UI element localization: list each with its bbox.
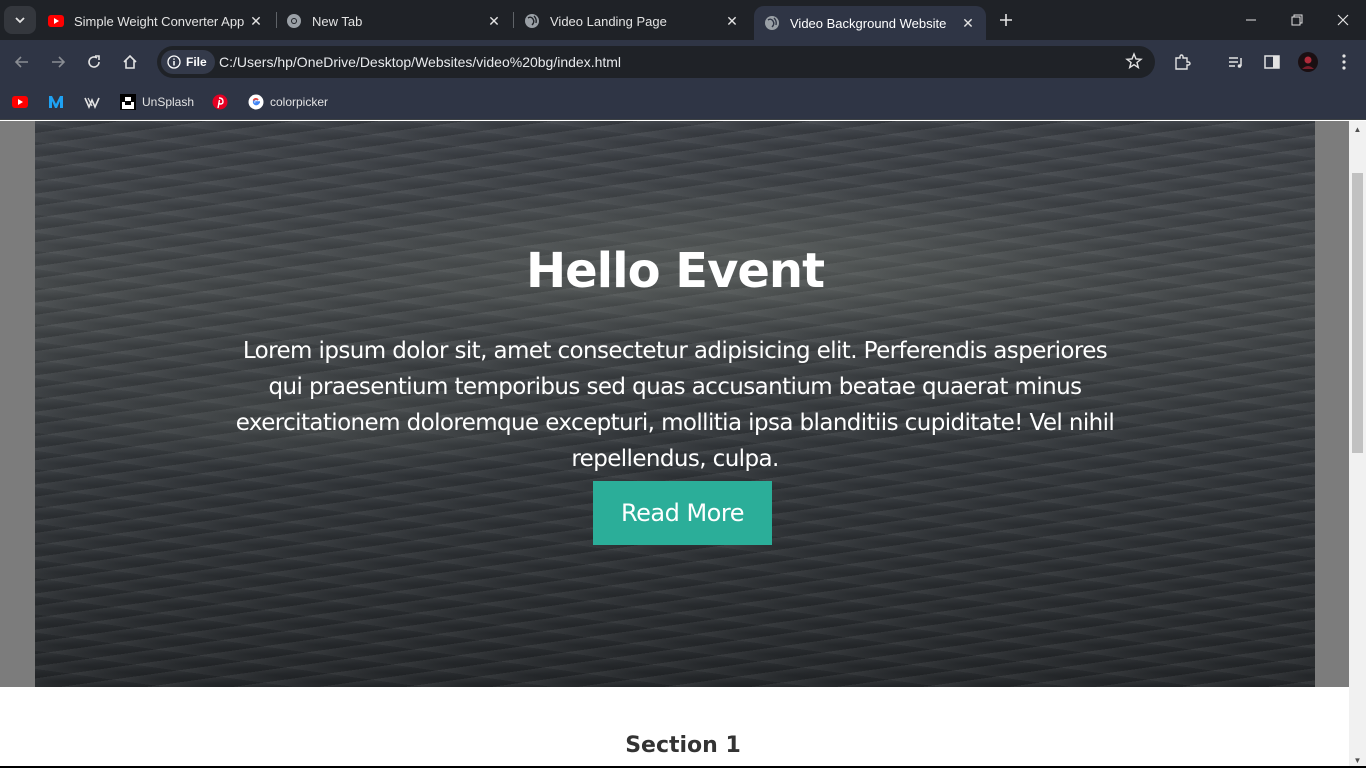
pinterest-icon xyxy=(212,94,228,110)
read-more-button[interactable]: Read More xyxy=(593,481,772,545)
youtube-icon xyxy=(12,94,28,110)
globe-icon xyxy=(524,13,540,29)
tab-title: Video Background Website xyxy=(790,15,947,31)
bookmark-pinterest[interactable] xyxy=(212,92,234,112)
bookmark-star-icon[interactable] xyxy=(1125,52,1143,75)
hero-text: Lorem ipsum dolor sit, amet consectetur … xyxy=(235,338,1115,472)
puzzle-icon xyxy=(1175,54,1191,70)
close-icon[interactable]: ✕ xyxy=(722,11,742,31)
close-icon xyxy=(1337,14,1349,26)
chrome-icon xyxy=(286,13,302,29)
playlist-icon xyxy=(1229,57,1242,68)
tab-strip: Simple Weight Converter App V ✕ New Tab … xyxy=(0,0,1366,40)
restore-button[interactable] xyxy=(1274,0,1320,40)
avatar-icon xyxy=(1298,52,1318,72)
home-button[interactable] xyxy=(116,48,144,76)
bookmark-medium[interactable] xyxy=(48,92,70,112)
address-bar[interactable]: File C:/Users/hp/OneDrive/Desktop/Websit… xyxy=(157,46,1155,78)
hero-video-section: Hello Event Lorem ipsum dolor sit, amet … xyxy=(35,121,1315,687)
profile-avatar[interactable] xyxy=(1294,48,1322,76)
bookmark-label: colorpicker xyxy=(270,95,329,109)
close-icon[interactable]: ✕ xyxy=(484,11,504,31)
bookmarks-bar: UnSplash colorpicker xyxy=(0,84,1366,120)
url-text[interactable]: C:/Users/hp/OneDrive/Desktop/Websites/vi… xyxy=(219,54,621,70)
bookmark-label: UnSplash xyxy=(142,95,195,109)
medium-icon xyxy=(48,94,64,110)
arrow-left-icon xyxy=(14,56,28,68)
scroll-thumb[interactable] xyxy=(1352,173,1363,453)
bookmark-unsplash[interactable]: UnSplash xyxy=(120,92,194,112)
plus-icon xyxy=(1000,14,1012,26)
unsplash-icon xyxy=(120,94,136,110)
page-scrollbar[interactable]: ▲ ▼ xyxy=(1349,121,1366,768)
forward-button[interactable] xyxy=(44,48,72,76)
back-button[interactable] xyxy=(8,48,36,76)
menu-button[interactable] xyxy=(1330,48,1358,76)
tab-weight-converter[interactable]: Simple Weight Converter App V ✕ xyxy=(38,6,274,36)
tab-video-background-website[interactable]: Video Background Website ✕ xyxy=(754,6,986,40)
tab-search-button[interactable] xyxy=(4,6,36,34)
more-vert-icon xyxy=(1342,54,1346,70)
home-icon xyxy=(123,54,137,69)
restore-icon xyxy=(1291,14,1303,26)
globe-icon xyxy=(764,15,780,31)
new-tab-button[interactable] xyxy=(994,8,1018,32)
arrow-right-icon xyxy=(52,56,66,68)
side-panel-button[interactable] xyxy=(1258,48,1286,76)
chevron-down-icon xyxy=(15,17,25,24)
tab-title: Video Landing Page xyxy=(550,13,667,29)
site-info-label: File xyxy=(186,55,207,69)
reload-icon xyxy=(88,55,100,68)
minimize-icon xyxy=(1246,19,1256,21)
close-window-button[interactable] xyxy=(1320,0,1366,40)
tab-title: New Tab xyxy=(312,13,363,29)
site-info-chip[interactable]: File xyxy=(161,50,215,74)
side-panel-icon xyxy=(1264,55,1280,69)
google-icon xyxy=(248,94,264,110)
webflow-icon xyxy=(84,94,100,110)
minimize-button[interactable] xyxy=(1228,0,1274,40)
media-control-button[interactable] xyxy=(1222,48,1250,76)
close-icon[interactable]: ✕ xyxy=(958,13,978,33)
scroll-up-arrow-icon[interactable]: ▲ xyxy=(1349,121,1366,137)
page-viewport: Hello Event Lorem ipsum dolor sit, amet … xyxy=(0,121,1349,768)
bookmark-colorpicker[interactable]: colorpicker xyxy=(248,92,328,112)
bookmark-youtube[interactable] xyxy=(12,92,34,112)
close-icon[interactable]: ✕ xyxy=(246,11,266,31)
info-icon xyxy=(167,55,181,69)
section-1-title: Section 1 xyxy=(625,733,741,758)
bookmark-webflow[interactable] xyxy=(84,92,106,112)
tab-video-landing-page[interactable]: Video Landing Page ✕ xyxy=(514,6,750,36)
hero-title: Hello Event xyxy=(525,243,825,299)
youtube-icon xyxy=(48,13,64,29)
reload-button[interactable] xyxy=(80,48,108,76)
extensions-button[interactable] xyxy=(1168,48,1196,76)
browser-toolbar: File C:/Users/hp/OneDrive/Desktop/Websit… xyxy=(0,40,1366,84)
tab-new-tab[interactable]: New Tab ✕ xyxy=(276,6,512,36)
tab-title: Simple Weight Converter App V xyxy=(74,13,246,29)
